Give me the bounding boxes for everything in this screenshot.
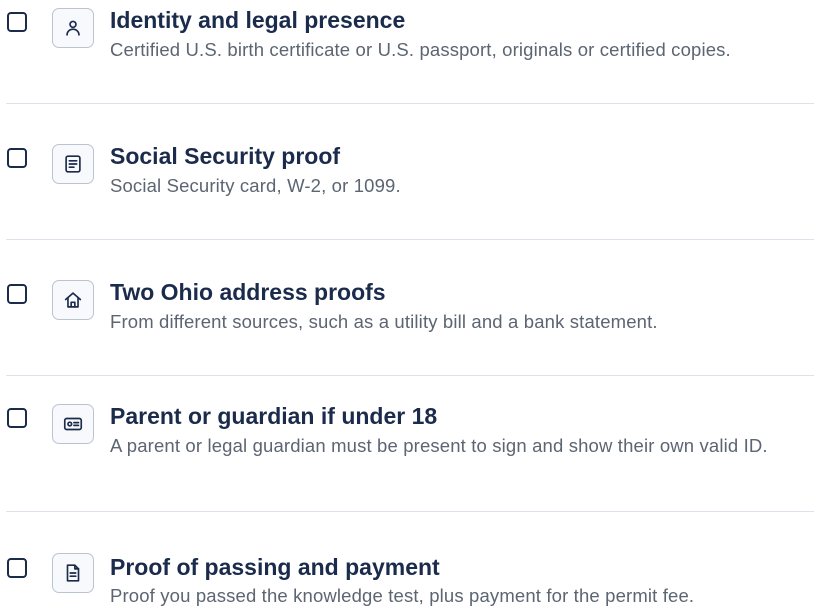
home-icon <box>64 292 82 308</box>
item-description: From different sources, such as a utilit… <box>110 311 658 332</box>
address-checkbox[interactable] <box>7 284 27 304</box>
divider <box>6 239 814 240</box>
requirements-checklist: Identity and legal presence Certified U.… <box>0 0 814 607</box>
id-card-icon <box>63 417 83 431</box>
person-icon <box>66 20 80 36</box>
id-card-icon-box <box>52 404 94 444</box>
item-title: Parent or guardian if under 18 <box>110 403 438 429</box>
item-title: Social Security proof <box>110 143 341 169</box>
divider <box>6 511 814 512</box>
item-description: Social Security card, W-2, or 1099. <box>110 175 401 196</box>
divider <box>6 103 814 104</box>
person-icon-box <box>52 8 94 48</box>
item-title: Proof of passing and payment <box>110 554 440 580</box>
payment-checkbox[interactable] <box>7 558 27 578</box>
item-title: Two Ohio address proofs <box>110 279 386 305</box>
guardian-checkbox[interactable] <box>7 408 27 428</box>
item-description: Certified U.S. birth certificate or U.S.… <box>110 39 731 60</box>
item-description: A parent or legal guardian must be prese… <box>110 435 768 456</box>
item-title: Identity and legal presence <box>110 7 406 33</box>
social-security-checkbox[interactable] <box>7 148 27 168</box>
file-icon-box <box>52 553 94 593</box>
document-icon-box <box>52 144 94 184</box>
document-lines-icon <box>65 155 81 173</box>
item-description: Proof you passed the knowledge test, plu… <box>110 585 695 606</box>
file-text-icon <box>66 564 80 582</box>
divider <box>6 375 814 376</box>
identity-checkbox[interactable] <box>7 12 27 32</box>
home-icon-box <box>52 280 94 320</box>
